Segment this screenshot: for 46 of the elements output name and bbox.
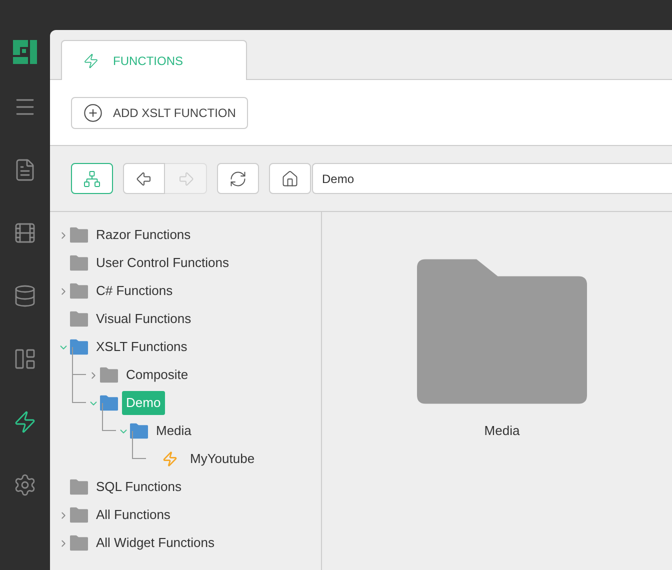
folder-icon bbox=[70, 339, 88, 355]
home-button[interactable] bbox=[269, 163, 311, 194]
tree-item[interactable]: Razor Functions bbox=[92, 223, 195, 247]
add-function-button[interactable]: ADD XSLT FUNCTION bbox=[71, 96, 248, 128]
tree-item[interactable]: All Widget Functions bbox=[92, 531, 218, 555]
tree-item[interactable]: Visual Functions bbox=[92, 307, 196, 331]
lightning-icon bbox=[162, 451, 178, 467]
tree-line bbox=[72, 375, 86, 403]
folder-icon bbox=[70, 283, 88, 299]
refresh-button[interactable] bbox=[217, 163, 259, 194]
address-field[interactable]: Demo bbox=[312, 163, 672, 194]
folder-icon bbox=[70, 255, 88, 271]
folder-icon bbox=[70, 507, 88, 523]
arrow-right-icon bbox=[176, 170, 194, 188]
back-button[interactable] bbox=[123, 163, 165, 194]
tree-line bbox=[102, 403, 116, 431]
tree-item[interactable]: All Functions bbox=[92, 503, 174, 527]
film-icon[interactable] bbox=[13, 221, 37, 245]
tree-item[interactable]: C# Functions bbox=[92, 279, 177, 303]
folder-icon bbox=[100, 367, 118, 383]
tree-item[interactable]: SQL Functions bbox=[92, 475, 186, 499]
folder-icon bbox=[70, 311, 88, 327]
tree-item[interactable]: MyYoutube bbox=[186, 447, 259, 471]
tree-item[interactable]: Composite bbox=[122, 363, 192, 387]
folder-label[interactable]: Media bbox=[484, 421, 520, 440]
tree-item[interactable]: XSLT Functions bbox=[92, 335, 192, 359]
tree-item[interactable]: User Control Functions bbox=[92, 251, 233, 275]
folder-icon bbox=[70, 227, 88, 243]
lightning-icon[interactable] bbox=[13, 410, 37, 434]
arrow-left-icon bbox=[135, 170, 153, 188]
folder-icon bbox=[100, 395, 118, 411]
folder-icon bbox=[130, 423, 148, 439]
tree-line bbox=[132, 431, 146, 459]
tree-line bbox=[72, 347, 86, 375]
tree-item[interactable]: Media bbox=[152, 419, 196, 443]
sitemap-icon bbox=[83, 170, 101, 188]
tree-view-button[interactable] bbox=[71, 163, 113, 194]
settings-icon[interactable] bbox=[13, 473, 37, 497]
database-icon[interactable] bbox=[13, 284, 37, 308]
refresh-icon bbox=[229, 170, 247, 188]
layout-icon[interactable] bbox=[13, 347, 37, 371]
home-icon bbox=[281, 170, 299, 188]
plus-circle-icon bbox=[83, 102, 103, 122]
logo-icon bbox=[13, 40, 37, 64]
folder-icon bbox=[70, 535, 88, 551]
folder-icon bbox=[70, 479, 88, 495]
